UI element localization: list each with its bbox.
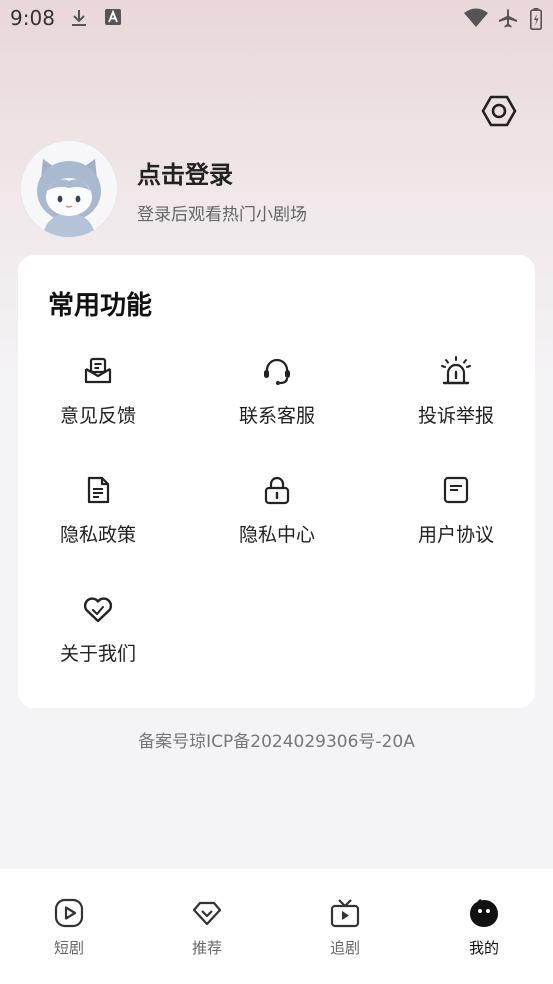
- settings-hexagon-icon: [481, 95, 517, 127]
- lock-icon: [264, 476, 290, 505]
- func-label: 关于我们: [59, 643, 136, 665]
- status-bar: 9:08: [0, 0, 553, 38]
- nav-label: 我的: [468, 939, 499, 957]
- alarm-light-icon: [441, 356, 471, 385]
- func-label: 联系客服: [238, 405, 315, 427]
- airplane-icon: [499, 9, 517, 28]
- diamond-icon: [192, 901, 222, 926]
- battery-icon: [530, 8, 542, 30]
- common-functions-card: 常用功能 意见反馈 联系客服 投诉举报 隐私政策 隐私中心 用户协议 关于我们: [18, 255, 535, 708]
- bottom-nav: 短剧 推荐 追剧 我的: [0, 869, 553, 984]
- nav-item-mine[interactable]: 我的: [439, 897, 529, 967]
- func-label: 隐私中心: [238, 524, 315, 546]
- document-icon: [87, 476, 110, 504]
- customer-service-button[interactable]: 联系客服: [197, 355, 357, 445]
- settings-button[interactable]: [481, 93, 517, 129]
- nav-label: 追剧: [329, 939, 360, 957]
- about-us-button[interactable]: 关于我们: [18, 593, 178, 683]
- func-label: 意见反馈: [59, 405, 136, 427]
- tv-icon: [330, 899, 360, 928]
- headset-icon: [264, 358, 290, 385]
- nav-label: 短剧: [53, 939, 84, 957]
- user-agreement-button[interactable]: 用户协议: [376, 474, 536, 564]
- play-icon: [54, 898, 84, 928]
- avatar-cat-hood-icon: [37, 159, 101, 237]
- profile-face-icon: [470, 899, 498, 927]
- func-label: 隐私政策: [59, 524, 136, 546]
- func-label: 用户协议: [417, 524, 494, 546]
- icp-record: 备案号琼ICP备2024029306号-20A: [138, 732, 415, 752]
- nav-item-following[interactable]: 追剧: [300, 897, 390, 967]
- nav-label: 推荐: [191, 939, 222, 957]
- wifi-icon: [464, 8, 488, 27]
- login-subtitle: 登录后观看热门小剧场: [137, 205, 307, 225]
- report-button[interactable]: 投诉举报: [376, 355, 536, 445]
- font-a-icon: [105, 9, 121, 25]
- feedback-button[interactable]: 意见反馈: [18, 355, 178, 445]
- avatar[interactable]: [20, 140, 118, 238]
- feedback-mail-icon: [84, 357, 112, 384]
- download-icon: [72, 10, 86, 26]
- privacy-center-button[interactable]: 隐私中心: [197, 474, 357, 564]
- agreement-icon: [443, 476, 469, 504]
- privacy-policy-button[interactable]: 隐私政策: [18, 474, 178, 564]
- status-time: 9:08: [10, 6, 55, 30]
- card-title: 常用功能: [48, 291, 153, 321]
- nav-item-recommend[interactable]: 推荐: [162, 897, 252, 967]
- heart-icon: [83, 597, 113, 623]
- login-title[interactable]: 点击登录: [137, 155, 233, 190]
- nav-item-short-drama[interactable]: 短剧: [24, 897, 114, 967]
- func-label: 投诉举报: [417, 405, 494, 427]
